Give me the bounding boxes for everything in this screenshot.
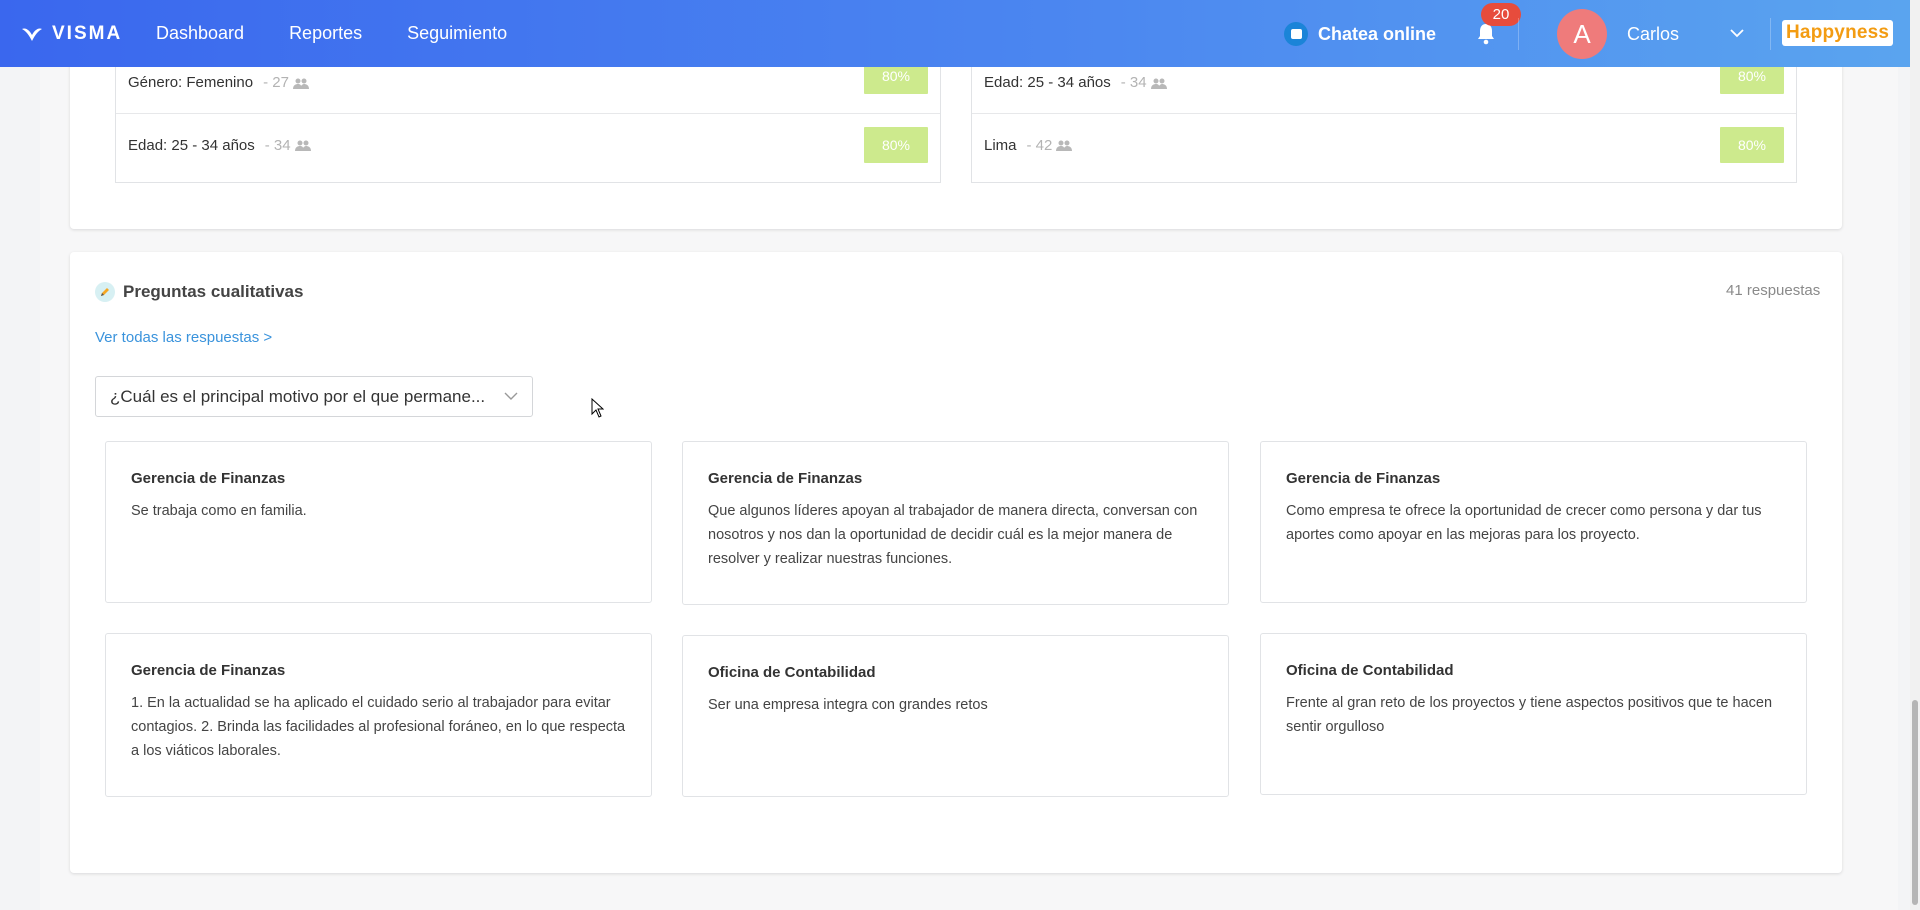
notification-badge: 20 [1481,3,1521,26]
nav-dashboard[interactable]: Dashboard [156,0,244,67]
chat-label: Chatea online [1318,23,1437,44]
visma-logo-icon [22,28,42,41]
percent-badge: 80% [1720,127,1784,163]
response-card: Gerencia de Finanzas Como empresa te ofr… [1260,441,1807,603]
nav-reportes[interactable]: Reportes [289,0,362,67]
response-text: Frente al gran reto de los proyectos y t… [1286,695,1773,735]
question-select[interactable]: ¿Cuál es el principal motivo por el que … [95,376,533,417]
responses-count: 41 respuestas [1726,282,1821,299]
response-card: Gerencia de Finanzas 1. En la actualidad… [105,633,652,797]
segment-label: Lima [984,136,1017,154]
nav-seguimiento[interactable]: Seguimiento [407,0,507,67]
question-select-value: ¿Cuál es el principal motivo por el que … [110,386,486,406]
segment-label: Género: Femenino [128,74,254,91]
user-name[interactable]: Carlos [1627,22,1679,46]
response-text: Que algunos líderes apoyan al trabajador… [708,503,1198,567]
segment-count: - 27 [263,74,309,91]
response-department: Oficina de Contabilidad [708,664,876,681]
chevron-down-icon[interactable] [1729,27,1745,39]
section-title-text: Preguntas cualitativas [123,282,304,301]
response-department: Gerencia de Finanzas [1286,470,1441,487]
response-text: Ser una empresa integra con grandes reto… [708,697,988,713]
avatar[interactable]: A [1557,9,1607,59]
section-title: Preguntas cualitativas [95,282,303,302]
segment-label: Edad: 25 - 34 años [984,74,1111,91]
divider [1770,18,1771,50]
main-nav: Dashboard Reportes Seguimiento [156,0,552,67]
chat-online-button[interactable]: Chatea online [1284,22,1436,46]
visma-logo[interactable]: VISMA [20,22,122,46]
percent-badge: 80% [864,127,928,163]
response-text: 1. En la actualidad se ha aplicado el cu… [131,695,626,759]
segment-count: - 42 [1027,137,1073,154]
response-department: Gerencia de Finanzas [708,470,863,487]
table-row: Lima - 42 80% [972,114,1796,176]
response-card: Gerencia de Finanzas Que algunos líderes… [682,441,1229,605]
pencil-icon [95,282,115,302]
chat-bubble-icon [1284,22,1308,46]
response-department: Gerencia de Finanzas [131,662,286,679]
response-text: Como empresa te ofrece la oportunidad de… [1286,503,1762,543]
mouse-cursor-icon [591,398,604,418]
response-department: Gerencia de Finanzas [131,470,286,487]
view-all-responses-link[interactable]: Ver todas las respuestas > [95,329,272,346]
people-icon [1150,78,1167,89]
divider [1518,18,1519,50]
logo-text: VISMA [52,23,123,44]
people-icon [292,78,309,89]
scrollbar-thumb[interactable] [1912,700,1918,905]
segment-count: - 34 [1121,74,1167,91]
top-navigation-bar: VISMA Dashboard Reportes Seguimiento Cha… [0,0,1910,67]
segments-table-right: Edad: 25 - 34 años - 34 80% Lima - 42 80… [971,52,1797,183]
people-icon [294,140,311,151]
segments-table-left: Género: Femenino - 27 80% Edad: 25 - 34 … [115,52,941,183]
happyness-logo[interactable]: Happyness [1782,20,1894,46]
response-department: Oficina de Contabilidad [1286,662,1454,679]
segment-label: Edad: 25 - 34 años [128,136,255,154]
response-card: Gerencia de Finanzas Se trabaja como en … [105,441,652,603]
people-icon [1056,140,1073,151]
table-row: Edad: 25 - 34 años - 34 80% [116,114,940,176]
response-card: Oficina de Contabilidad Frente al gran r… [1260,633,1807,795]
segment-count: - 34 [265,137,311,154]
response-card: Oficina de Contabilidad Ser una empresa … [682,635,1229,797]
chevron-down-icon [504,392,518,400]
response-text: Se trabaja como en familia. [131,503,307,519]
